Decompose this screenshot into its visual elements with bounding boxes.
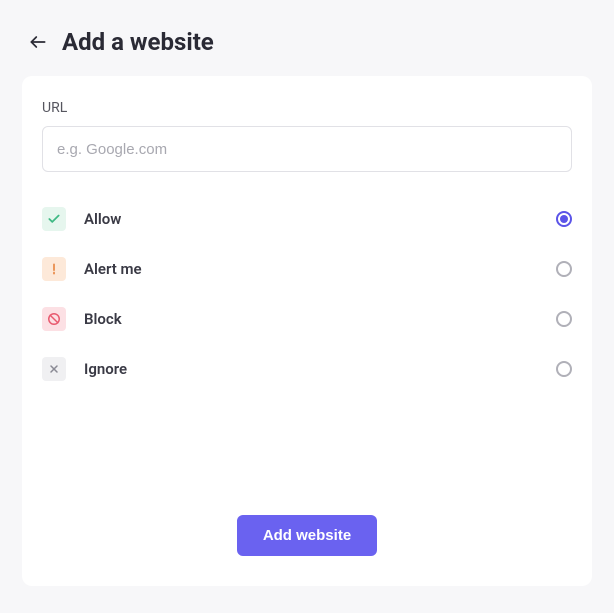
alert-icon	[42, 257, 66, 281]
url-label: URL	[42, 100, 572, 116]
option-block[interactable]: Block	[42, 294, 572, 344]
block-icon	[42, 307, 66, 331]
page-header: Add a website	[0, 0, 614, 76]
page-title: Add a website	[62, 28, 214, 56]
option-label: Allow	[84, 210, 556, 228]
add-website-button[interactable]: Add website	[237, 515, 377, 556]
option-ignore[interactable]: Ignore	[42, 344, 572, 394]
option-label: Alert me	[84, 260, 556, 278]
radio-alert[interactable]	[556, 261, 572, 277]
form-footer: Add website	[42, 515, 572, 556]
form-card: URL Allow Alert me Block	[22, 76, 592, 586]
option-label: Ignore	[84, 360, 556, 378]
check-icon	[42, 207, 66, 231]
radio-allow[interactable]	[556, 211, 572, 227]
option-label: Block	[84, 310, 556, 328]
radio-block[interactable]	[556, 311, 572, 327]
radio-ignore[interactable]	[556, 361, 572, 377]
spacer	[42, 394, 572, 515]
back-arrow-icon[interactable]	[28, 32, 48, 52]
url-input[interactable]	[42, 126, 572, 172]
close-icon	[42, 357, 66, 381]
action-options: Allow Alert me Block Ignore	[42, 194, 572, 394]
option-allow[interactable]: Allow	[42, 194, 572, 244]
option-alert[interactable]: Alert me	[42, 244, 572, 294]
